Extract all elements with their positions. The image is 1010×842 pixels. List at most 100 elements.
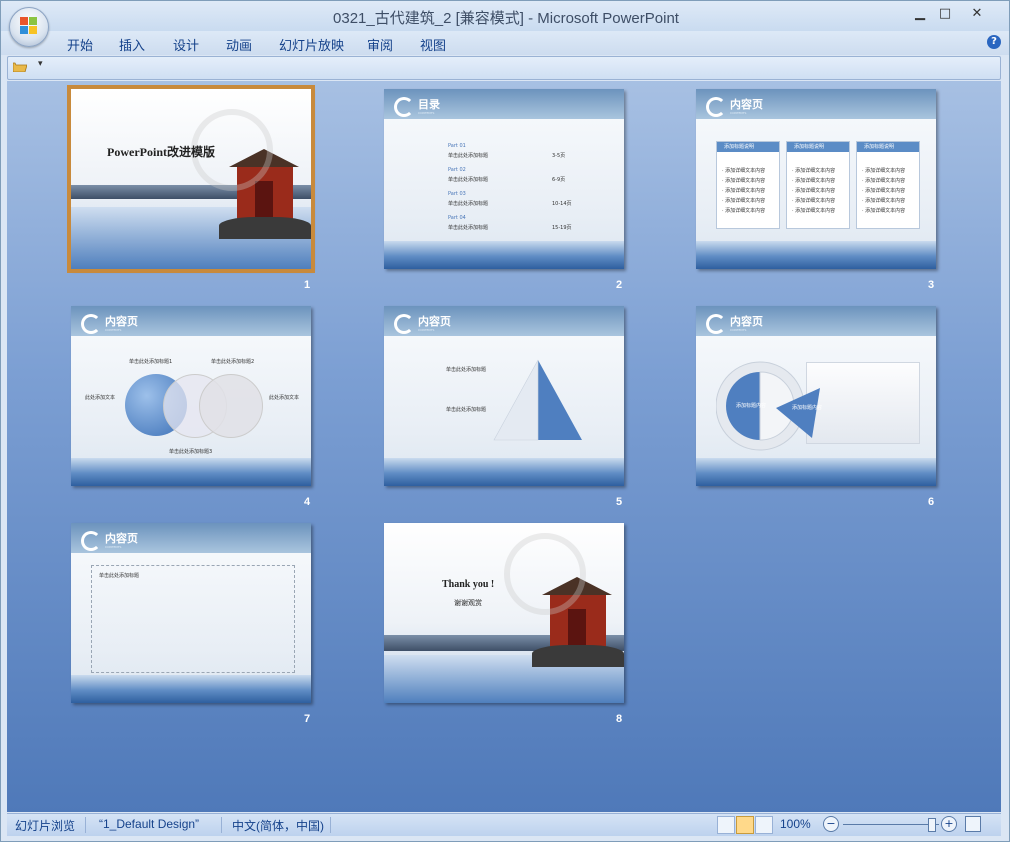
swirl-icon: [81, 531, 101, 551]
slide-4-label-1: 单击此处添加标题1: [129, 359, 173, 365]
slide-5-header: 内容页 CONTENTS: [384, 306, 624, 336]
minimize-button[interactable]: ▁: [906, 4, 934, 24]
toc-pages-2: 6-9页: [552, 177, 566, 183]
window-title: 0321_古代建筑_2 [兼容模式] - Microsoft PowerPoin…: [333, 10, 679, 27]
office-button[interactable]: [9, 7, 49, 47]
slide-thumbnail-8[interactable]: Thank you ! 谢谢观赏: [384, 523, 624, 703]
status-view-name: 幻灯片浏览: [15, 819, 76, 833]
slide-number-4: 4: [304, 496, 311, 508]
swirl-icon: [706, 97, 726, 117]
slide-number-3: 3: [928, 279, 935, 291]
fit-to-window-icon[interactable]: [965, 816, 981, 832]
slide-8-title: Thank you !: [442, 579, 495, 590]
tab-insert[interactable]: 插入: [119, 35, 145, 54]
toc-pages-3: 10-14页: [552, 201, 572, 207]
slide-3-item: · 添加详细文本内容: [722, 198, 766, 204]
slide-7-bullet: 单击此处添加标题: [99, 573, 140, 579]
slide-number-7: 7: [304, 713, 311, 725]
quick-access-toolbar: ▾: [7, 56, 1001, 80]
slide-3-col-title-1: 添加标题说明: [724, 144, 755, 150]
ribbon-tabs: 开始 插入 设计 动画 幻灯片放映 审阅 视图 ?: [1, 31, 1009, 55]
close-button[interactable]: ✕: [963, 4, 991, 24]
toc-pages-1: 3-5页: [552, 153, 566, 159]
slide-4-side-text-left: 此处添加文本: [85, 395, 116, 401]
slide-5-label-2: 单击此处添加标题: [446, 407, 487, 413]
tab-design[interactable]: 设计: [173, 35, 199, 54]
slide-4-heading: 内容页: [105, 315, 138, 328]
slide-3-item: · 添加详细文本内容: [862, 188, 906, 194]
slide-thumbnail-6[interactable]: 内容页 CONTENTS 添加标题内容 添加标题内容: [696, 306, 936, 486]
zoom-level[interactable]: 100%: [780, 817, 811, 831]
slide-3-item: · 添加详细文本内容: [862, 208, 906, 214]
slide-4-header: 内容页 CONTENTS: [71, 306, 311, 336]
slide-2-header: 目录 CONTENTS: [384, 89, 624, 119]
slide-3-item: · 添加详细文本内容: [722, 168, 766, 174]
slide-3-item: · 添加详细文本内容: [862, 198, 906, 204]
slide-sorter-view-button[interactable]: [736, 816, 754, 834]
slide-3-item: · 添加详细文本内容: [862, 178, 906, 184]
slide-3-item: · 添加详细文本内容: [722, 188, 766, 194]
slide-6-pie-label-1: 添加标题内容: [736, 403, 767, 409]
slide-3-col-title-2: 添加标题说明: [794, 144, 825, 150]
slide-4-label-3: 单击此处添加标题3: [169, 449, 213, 455]
status-language[interactable]: 中文(简体，中国): [232, 817, 324, 834]
slide-thumbnail-5[interactable]: 内容页 CONTENTS 单击此处添加标题 单击此处添加标题: [384, 306, 624, 486]
slide-5-heading: 内容页: [418, 315, 451, 328]
slide-thumbnail-1[interactable]: PowerPoint改进模版: [67, 85, 315, 273]
zoom-slider-thumb[interactable]: [928, 818, 936, 832]
slide-thumbnail-3[interactable]: 内容页 CONTENTS 添加标题说明 添加标题说明 添加标题说明 · 添加详细…: [696, 89, 936, 269]
pyramid-graphic: [493, 359, 582, 441]
slide-5-subheading: CONTENTS: [418, 328, 435, 332]
status-bar: 幻灯片浏览 “1_Default Design” 中文(简体，中国) 100% …: [7, 813, 1001, 836]
slide-6-heading: 内容页: [730, 315, 763, 328]
slide-number-6: 6: [928, 496, 935, 508]
toc-part-1: Part 01: [448, 143, 466, 149]
toc-text-2: 单击此处添加标题: [448, 177, 489, 183]
tab-animations[interactable]: 动画: [226, 35, 252, 54]
slide-5-label-1: 单击此处添加标题: [446, 367, 487, 373]
slide-4-side-text-right: 此处添加文本: [269, 395, 300, 401]
slide-thumbnail-7[interactable]: 内容页 CONTENTS 单击此处添加标题: [71, 523, 311, 703]
open-folder-icon[interactable]: [13, 61, 27, 72]
slide-3-item: · 添加详细文本内容: [862, 168, 906, 174]
slide-thumbnail-2[interactable]: 目录 CONTENTS Part 01 单击此处添加标题 3-5页 Part 0…: [384, 89, 624, 269]
slide-number-5: 5: [616, 496, 623, 508]
tab-review[interactable]: 审阅: [367, 35, 393, 54]
slide-3-item: · 添加详细文本内容: [792, 168, 836, 174]
slide-2-subheading: CONTENTS: [418, 111, 435, 115]
slide-4-subheading: CONTENTS: [105, 328, 122, 332]
powerpoint-window: 0321_古代建筑_2 [兼容模式] - Microsoft PowerPoin…: [0, 0, 1010, 842]
tab-view[interactable]: 视图: [420, 35, 446, 54]
customize-toolbar-dropdown[interactable]: ▾: [38, 59, 43, 69]
slide-sorter: PowerPoint改进模版 1 目录 CONTENTS Part 01 单击此…: [7, 81, 1001, 812]
slide-6-header: 内容页 CONTENTS: [696, 306, 936, 336]
slideshow-view-button[interactable]: [755, 816, 773, 834]
slide-6-subheading: CONTENTS: [730, 328, 747, 332]
slide-6-pie-label-2: 添加标题内容: [792, 405, 823, 411]
slide-3-item: · 添加详细文本内容: [792, 208, 836, 214]
slide-7-header: 内容页 CONTENTS: [71, 523, 311, 553]
zoom-out-button[interactable]: −: [823, 816, 839, 832]
slide-3-heading: 内容页: [730, 98, 763, 111]
slide-3-subheading: CONTENTS: [730, 111, 747, 115]
tab-home[interactable]: 开始: [67, 35, 93, 54]
slide-3-item: · 添加详细文本内容: [792, 198, 836, 204]
tab-slideshow[interactable]: 幻灯片放映: [279, 35, 344, 54]
maximize-button[interactable]: □: [931, 4, 959, 24]
slide-thumbnail-4[interactable]: 内容页 CONTENTS 单击此处添加标题1 单击此处添加标题2 单击此处添加标…: [71, 306, 311, 486]
zoom-slider[interactable]: [843, 824, 939, 825]
slide-4-label-2: 单击此处添加标题2: [211, 359, 255, 365]
slide-8-subtitle: 谢谢观赏: [454, 599, 482, 607]
slide-7-subheading: CONTENTS: [105, 545, 122, 549]
slide-2-heading: 目录: [418, 98, 440, 111]
help-icon[interactable]: ?: [987, 35, 1001, 49]
toc-text-4: 单击此处添加标题: [448, 225, 489, 231]
slide-3-item: · 添加详细文本内容: [792, 188, 836, 194]
normal-view-button[interactable]: [717, 816, 735, 834]
zoom-in-button[interactable]: +: [941, 816, 957, 832]
toc-part-2: Part 02: [448, 167, 466, 173]
slide-3-header: 内容页 CONTENTS: [696, 89, 936, 119]
toc-pages-4: 15-19页: [552, 225, 572, 231]
toc-text-1: 单击此处添加标题: [448, 153, 489, 159]
toc-text-3: 单击此处添加标题: [448, 201, 489, 207]
